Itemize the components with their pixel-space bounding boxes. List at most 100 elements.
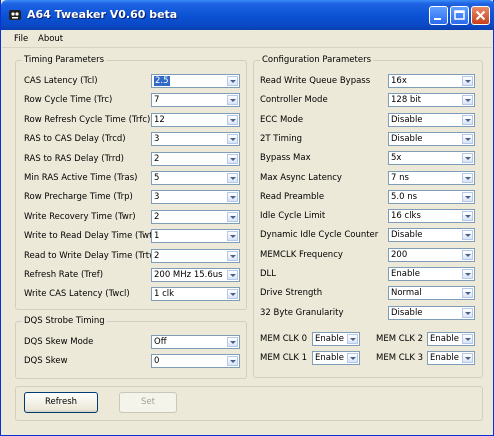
ras-to-ras-delay-trrd-value: 2: [154, 153, 160, 164]
2t-timing-select[interactable]: Disable: [388, 131, 475, 146]
dynamic-idle-cycle-counter-select[interactable]: Disable: [388, 228, 475, 243]
dll-select[interactable]: Enable: [388, 267, 475, 281]
dropdown-arrow-icon[interactable]: [227, 192, 238, 203]
dqs-skew-value: 0: [154, 356, 160, 366]
min-ras-active-time-tras-select[interactable]: 5: [151, 171, 240, 185]
dropdown-arrow-icon[interactable]: [227, 250, 238, 261]
memclk-frequency-select[interactable]: 200: [388, 247, 475, 262]
dropdown-arrow-icon[interactable]: [227, 134, 238, 145]
dropdown-arrow-icon[interactable]: [347, 353, 358, 363]
set-button[interactable]: Set: [119, 392, 177, 413]
dropdown-arrow-icon[interactable]: [462, 153, 473, 164]
read-preamble-select[interactable]: 5.0 ns: [388, 189, 475, 204]
dropdown-arrow-icon[interactable]: [347, 334, 358, 344]
ras-to-cas-delay-trcd-select[interactable]: 3: [151, 132, 240, 147]
dropdown-arrow-icon[interactable]: [227, 270, 238, 280]
dropdown-arrow-icon[interactable]: [462, 95, 473, 106]
dropdown-arrow-icon[interactable]: [462, 211, 473, 222]
32-byte-granularity-select[interactable]: Disable: [388, 305, 475, 320]
32-byte-granularity-label: 32 Byte Granularity: [260, 307, 344, 318]
dropdown-arrow-icon[interactable]: [462, 353, 473, 363]
maximize-button[interactable]: [450, 6, 469, 25]
dll-label: DLL: [260, 269, 277, 279]
window-title: A64 Tweaker V0.60 beta: [27, 8, 178, 21]
read-to-write-delay-time-trtw-label: Read to Write Delay Time (Trtw): [24, 250, 160, 261]
dropdown-arrow-icon[interactable]: [227, 231, 238, 242]
max-async-latency-select[interactable]: 7 ns: [388, 170, 475, 185]
mem-clk-0-value: Enable: [315, 334, 344, 344]
dropdown-arrow-icon[interactable]: [462, 133, 473, 144]
write-to-read-delay-time-twtr-select[interactable]: 1: [151, 229, 240, 244]
idle-cycle-limit-select[interactable]: 16 clks: [388, 209, 475, 224]
title-bar[interactable]: A64 Tweaker V0.60 beta: [1, 0, 494, 30]
ecc-mode-value: Disable: [391, 114, 423, 125]
dropdown-arrow-icon[interactable]: [227, 211, 238, 222]
ras-to-cas-delay-trcd-value: 3: [154, 134, 160, 145]
app-window: A64 Tweaker V0.60 beta File About Timing…: [0, 0, 494, 436]
dropdown-arrow-icon[interactable]: [227, 173, 238, 183]
dropdown-arrow-icon[interactable]: [462, 172, 473, 183]
cas-latency-tcl-label: CAS Latency (Tcl): [24, 76, 98, 86]
dropdown-arrow-icon[interactable]: [227, 76, 238, 86]
minimize-button[interactable]: [429, 6, 448, 25]
row-precharge-time-trp-label: Row Precharge Time (Trp): [24, 192, 133, 203]
mem-clk-3-select[interactable]: Enable: [427, 351, 475, 365]
controller-mode-select[interactable]: 128 bit: [388, 93, 475, 108]
dropdown-arrow-icon[interactable]: [462, 114, 473, 125]
max-async-latency-value: 7 ns: [391, 172, 409, 183]
read-write-queue-bypass-value: 16x: [391, 76, 407, 86]
write-to-read-delay-time-twtr-value: 1: [154, 231, 160, 242]
menu-about[interactable]: About: [38, 34, 63, 44]
row-cycle-time-trc-select[interactable]: 7: [151, 93, 240, 108]
mem-clk-1-select[interactable]: Enable: [312, 351, 360, 365]
drive-strength-select[interactable]: Normal: [388, 286, 475, 301]
config-group-title: Configuration Parameters: [260, 55, 373, 65]
refresh-button[interactable]: Refresh: [24, 392, 98, 413]
row-precharge-time-trp-select[interactable]: 3: [151, 190, 240, 205]
mem-clk-2-label: MEM CLK 2: [376, 334, 424, 344]
dropdown-arrow-icon[interactable]: [227, 114, 238, 125]
bypass-max-select[interactable]: 5x: [388, 151, 475, 166]
read-to-write-delay-time-trtw-value: 2: [154, 250, 160, 261]
dqs-skew-mode-select[interactable]: Off: [151, 335, 240, 349]
dropdown-arrow-icon[interactable]: [462, 249, 473, 260]
dropdown-arrow-icon[interactable]: [227, 289, 238, 300]
read-write-queue-bypass-select[interactable]: 16x: [388, 74, 475, 88]
ras-to-ras-delay-trrd-select[interactable]: 2: [151, 151, 240, 166]
mem-clk-0-select[interactable]: Enable: [312, 332, 360, 346]
write-recovery-time-twr-value: 2: [154, 211, 160, 222]
menu-file[interactable]: File: [14, 34, 28, 44]
dropdown-arrow-icon[interactable]: [462, 334, 473, 344]
dropdown-arrow-icon[interactable]: [462, 191, 473, 202]
write-cas-latency-twcl-select[interactable]: 1 clk: [151, 287, 240, 302]
dropdown-arrow-icon[interactable]: [227, 356, 238, 366]
dropdown-arrow-icon[interactable]: [462, 288, 473, 299]
bypass-max-value: 5x: [391, 153, 402, 164]
read-preamble-value: 5.0 ns: [391, 191, 418, 202]
row-refresh-cycle-time-trfc-select[interactable]: 12: [151, 112, 240, 127]
read-to-write-delay-time-trtw-select[interactable]: 2: [151, 248, 240, 263]
dynamic-idle-cycle-counter-value: Disable: [391, 230, 423, 241]
dropdown-arrow-icon[interactable]: [462, 230, 473, 241]
dropdown-arrow-icon[interactable]: [462, 307, 473, 318]
row-cycle-time-trc-label: Row Cycle Time (Trc): [24, 95, 113, 106]
32-byte-granularity-value: Disable: [391, 307, 423, 318]
controller-mode-value: 128 bit: [391, 95, 422, 106]
dropdown-arrow-icon[interactable]: [227, 95, 238, 106]
close-button[interactable]: [471, 6, 490, 25]
dropdown-arrow-icon[interactable]: [462, 76, 473, 86]
dqs-skew-select[interactable]: 0: [151, 354, 240, 368]
drive-strength-label: Drive Strength: [260, 288, 323, 299]
mem-clk-2-select[interactable]: Enable: [427, 332, 475, 346]
ecc-mode-select[interactable]: Disable: [388, 112, 475, 127]
idle-cycle-limit-value: 16 clks: [391, 211, 421, 222]
mem-clk-0-label: MEM CLK 0: [260, 334, 308, 344]
refresh-rate-tref-select[interactable]: 200 MHz 15.6us: [151, 268, 240, 282]
mem-clk-1-label: MEM CLK 1: [260, 353, 308, 363]
cas-latency-tcl-select[interactable]: 2.5: [151, 74, 240, 88]
dropdown-arrow-icon[interactable]: [227, 153, 238, 164]
app-icon: [9, 10, 21, 20]
dropdown-arrow-icon[interactable]: [227, 337, 238, 347]
dropdown-arrow-icon[interactable]: [462, 269, 473, 279]
write-recovery-time-twr-select[interactable]: 2: [151, 209, 240, 224]
